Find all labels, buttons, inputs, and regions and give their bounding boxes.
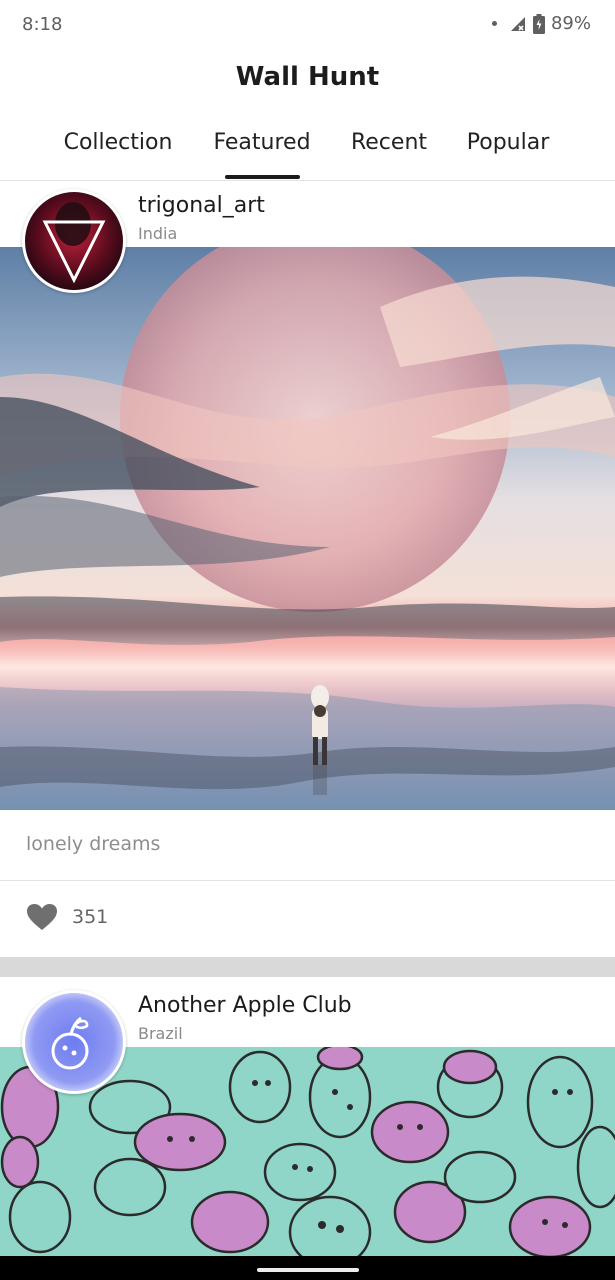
status-time: 8:18	[22, 14, 63, 35]
like-row: 351	[26, 903, 108, 931]
heart-icon[interactable]	[26, 903, 58, 931]
author-name[interactable]: Another Apple Club	[138, 993, 352, 1018]
active-tab-indicator	[225, 175, 300, 179]
author-avatar[interactable]	[22, 990, 126, 1094]
battery-icon	[532, 13, 545, 34]
tab-popular[interactable]: Popular	[467, 130, 550, 155]
app-title: Wall Hunt	[235, 62, 380, 92]
signal-icon	[510, 16, 525, 31]
author-location: India	[138, 224, 178, 243]
author-avatar[interactable]	[22, 189, 126, 293]
status-icons: 89%	[491, 13, 591, 34]
battery-percent: 89%	[550, 13, 591, 34]
post-separator	[0, 957, 615, 977]
like-count: 351	[72, 906, 109, 928]
tab-recent[interactable]: Recent	[351, 130, 427, 155]
wallpaper-art	[0, 247, 615, 810]
author-location: Brazil	[138, 1024, 183, 1043]
home-gesture-handle[interactable]	[257, 1268, 359, 1272]
status-bar: 8:18 89%	[0, 0, 615, 50]
apple-club-logo-icon	[25, 993, 123, 1091]
tab-featured[interactable]: Featured	[213, 130, 310, 155]
divider	[0, 880, 615, 881]
notification-dot-icon	[491, 21, 497, 26]
tab-bar: Collection Featured Recent Popular	[0, 112, 615, 181]
post-caption: lonely dreams	[26, 833, 161, 855]
author-name[interactable]: trigonal_art	[138, 193, 265, 218]
tab-collection[interactable]: Collection	[64, 130, 173, 155]
wallpaper-image[interactable]	[0, 247, 615, 810]
trigonal-logo-icon	[25, 192, 123, 290]
